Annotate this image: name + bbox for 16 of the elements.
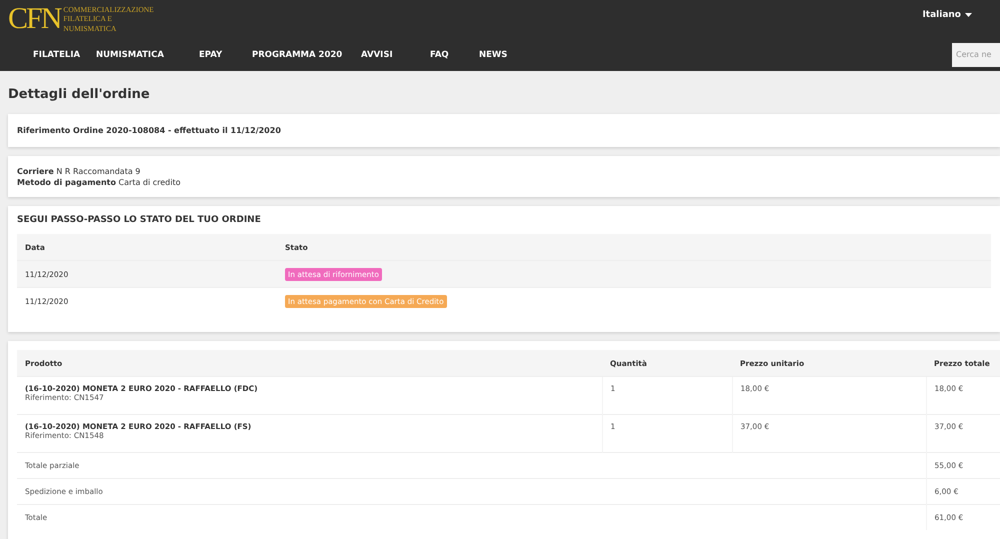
caret-icon — [965, 13, 972, 17]
nav-link[interactable]: FILATELIA — [33, 50, 96, 60]
nav-link[interactable]: NUMISMATICA — [96, 50, 199, 60]
order-reference: Riferimento Ordine 2020-108084 - effettuato il 11/12/2020 — [17, 126, 281, 135]
nav-link[interactable]: NEWS — [479, 50, 539, 60]
nav-link[interactable]: EPAY — [199, 50, 252, 60]
nav-link[interactable]: AVVISI — [361, 50, 430, 60]
nav-link[interactable]: FAQ — [430, 50, 479, 60]
nav-link[interactable]: PROGRAMMA 2020 — [252, 50, 361, 60]
detail-line: Corriere N R Raccomandata 9 — [17, 166, 142, 177]
search-field[interactable]: Cerca ne — [952, 42, 1000, 66]
section-title: SEGUI PASSO-PASSO LO STATO DEL TUO ORDINE — [17, 215, 262, 225]
language-dropdown[interactable]: Italiano — [922, 6, 972, 24]
detail-line: Metodo di pagamento Carta di credito — [17, 177, 182, 188]
page-title: Dettagli dell'ordine — [8, 86, 151, 104]
logo-mark[interactable]: CFN — [8, 4, 60, 34]
